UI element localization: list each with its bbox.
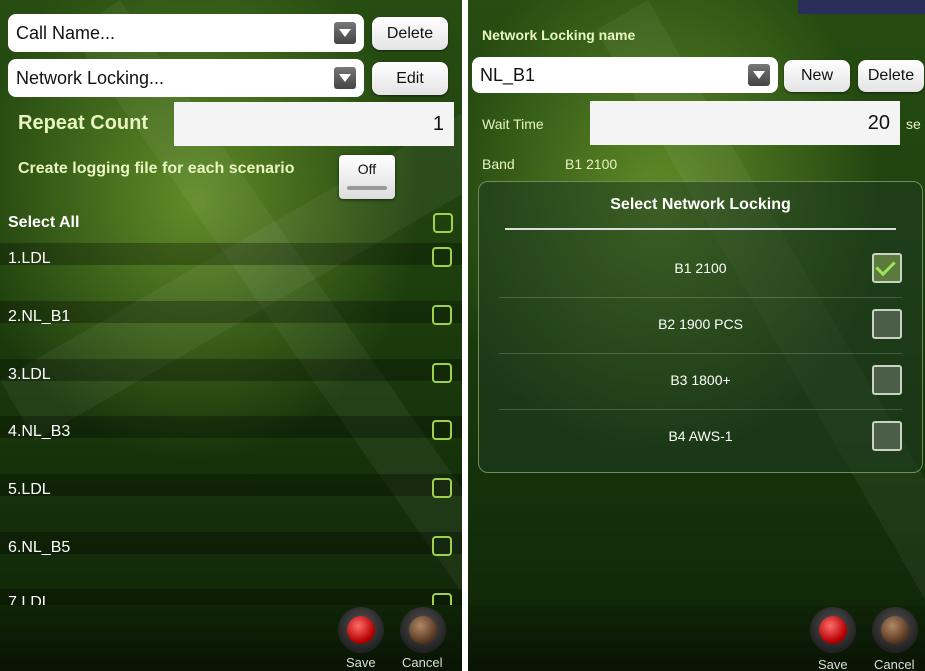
band-label: Band <box>482 156 515 172</box>
save-label: Save <box>818 657 848 671</box>
save-label: Save <box>346 655 376 670</box>
network-locking-panel: Network Locking name NL_B1 New Delete Wa… <box>468 0 925 671</box>
toggle-label: Off <box>357 161 377 177</box>
list-item-checkbox[interactable] <box>432 305 452 325</box>
record-icon <box>819 616 847 644</box>
list-item-label: 1.LDL <box>8 250 51 267</box>
divider <box>505 228 896 230</box>
wait-time-label: Wait Time <box>482 116 544 132</box>
cancel-label: Cancel <box>874 657 915 671</box>
list-item[interactable]: 5.LDL <box>0 474 462 531</box>
edit-button[interactable]: Edit <box>372 62 448 95</box>
list-item-checkbox[interactable] <box>432 247 452 267</box>
wait-time-input[interactable]: 20 <box>590 101 900 145</box>
select-network-locking-dialog: Select Network Locking B1 2100 B2 1900 P… <box>478 181 923 473</box>
list-item-label: 2.NL_B1 <box>8 308 71 325</box>
band-option[interactable]: B1 2100 <box>499 241 902 298</box>
band-option[interactable]: B2 1900 PCS <box>499 297 902 354</box>
call-name-dropdown[interactable]: Call Name... <box>8 14 364 52</box>
list-item[interactable]: 6.NL_B5 <box>0 532 462 589</box>
list-item-checkbox[interactable] <box>432 593 452 605</box>
select-all-checkbox[interactable] <box>433 213 453 233</box>
band-option-label: B1 2100 <box>674 260 727 276</box>
chevron-down-icon <box>334 67 356 89</box>
list-item-checkbox[interactable] <box>432 420 452 440</box>
network-locking-name-value: NL_B1 <box>480 64 536 85</box>
delete-button[interactable]: Delete <box>858 60 924 92</box>
network-locking-value: Network Locking... <box>16 67 165 88</box>
band-option-checkbox[interactable] <box>872 309 902 339</box>
cancel-button[interactable] <box>400 607 446 653</box>
toggle-indicator <box>347 186 387 190</box>
repeat-count-input[interactable]: 1 <box>174 102 454 146</box>
network-locking-name-dropdown[interactable]: NL_B1 <box>472 57 778 93</box>
repeat-count-label: Repeat Count <box>18 112 148 134</box>
cancel-button[interactable] <box>872 607 918 653</box>
band-option[interactable]: B3 1800+ <box>499 353 902 410</box>
list-item-checkbox[interactable] <box>432 363 452 383</box>
select-all-row[interactable]: Select All <box>0 205 462 241</box>
save-button[interactable] <box>810 607 856 653</box>
list-item-label: 4.NL_B3 <box>8 423 71 440</box>
band-value: B1 2100 <box>565 156 618 172</box>
list-item[interactable]: 7.LDL <box>0 589 462 605</box>
band-option-checkbox[interactable] <box>872 365 902 395</box>
list-item-label: 6.NL_B5 <box>8 539 71 556</box>
logging-label: Create logging file for each scenario <box>18 160 295 177</box>
network-locking-name-label: Network Locking name <box>482 27 636 43</box>
record-icon <box>347 616 375 644</box>
scenario-panel: Call Name... Delete Network Locking... E… <box>0 0 462 671</box>
bottom-bar: Save Cancel <box>468 605 925 671</box>
band-option-label: B2 1900 PCS <box>658 316 743 332</box>
top-edge-strip <box>798 0 925 14</box>
list-item[interactable]: 1.LDL <box>0 243 462 300</box>
chevron-down-icon <box>334 22 356 44</box>
band-option-label: B4 AWS-1 <box>668 428 733 444</box>
band-option-checkbox[interactable] <box>872 253 902 283</box>
band-option-label: B3 1800+ <box>670 372 731 388</box>
list-item-checkbox[interactable] <box>432 536 452 556</box>
stop-icon <box>881 616 909 644</box>
save-button[interactable] <box>338 607 384 653</box>
dialog-title: Select Network Locking <box>610 196 791 213</box>
cancel-label: Cancel <box>402 655 443 670</box>
list-item-checkbox[interactable] <box>432 478 452 498</box>
bottom-bar: Save Cancel <box>0 605 462 671</box>
stop-icon <box>409 616 437 644</box>
list-item-label: 3.LDL <box>8 366 51 383</box>
list-item[interactable]: 2.NL_B1 <box>0 301 462 358</box>
logging-toggle[interactable]: Off <box>339 155 395 199</box>
delete-button[interactable]: Delete <box>372 17 448 50</box>
chevron-down-icon <box>748 64 770 86</box>
list-item-label: 7.LDL <box>8 594 51 605</box>
checkmark-icon <box>875 255 896 277</box>
list-item-label: 5.LDL <box>8 481 51 498</box>
list-item[interactable]: 4.NL_B3 <box>0 416 462 473</box>
call-name-value: Call Name... <box>16 22 116 43</box>
select-all-label: Select All <box>8 214 80 231</box>
wait-time-unit: se <box>906 116 921 132</box>
new-button[interactable]: New <box>784 60 850 92</box>
band-option[interactable]: B4 AWS-1 <box>499 409 902 465</box>
list-item[interactable]: 3.LDL <box>0 359 462 416</box>
network-locking-dropdown[interactable]: Network Locking... <box>8 59 364 97</box>
band-option-checkbox[interactable] <box>872 421 902 451</box>
